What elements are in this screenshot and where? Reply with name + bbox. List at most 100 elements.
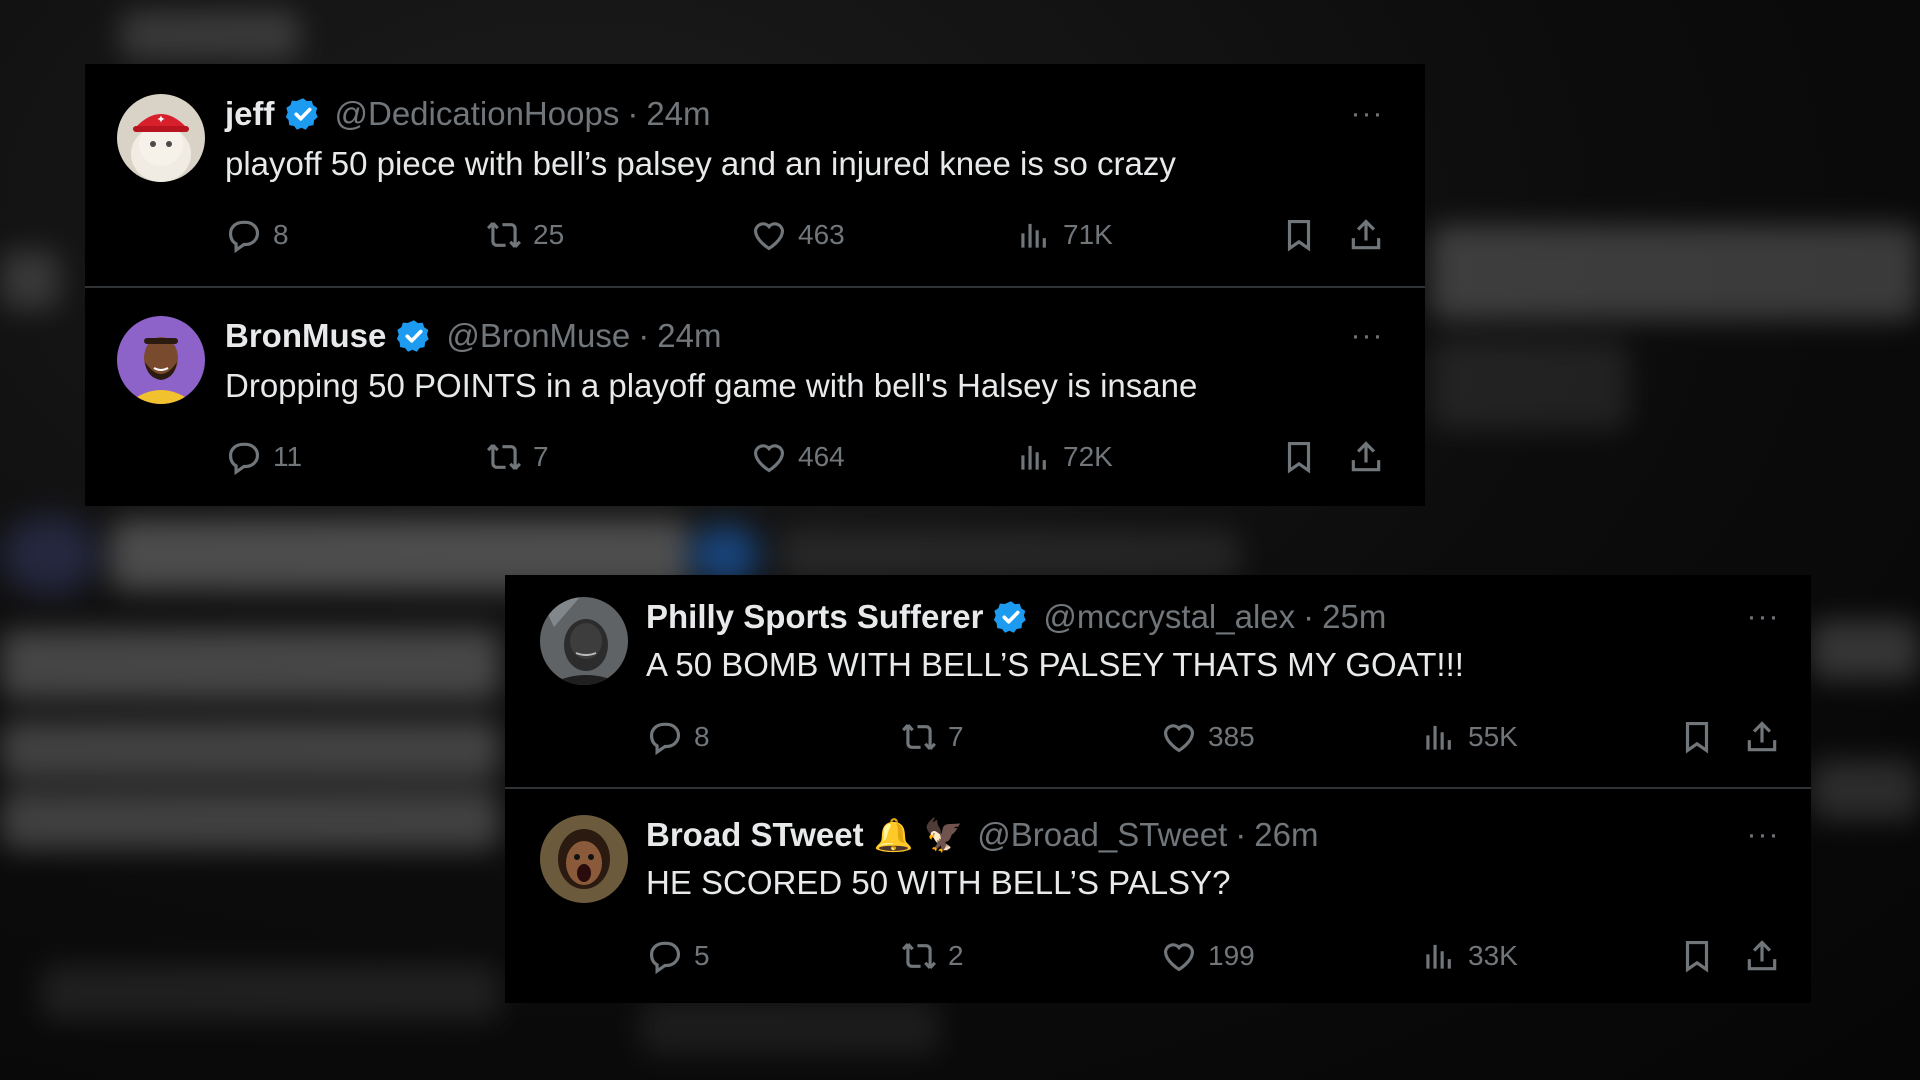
tweet-text: playoff 50 piece with bell’s palsey and … [225,145,1176,182]
views-button[interactable]: 72K [1015,438,1113,476]
heart-icon [1163,724,1195,753]
repost-count: 7 [948,721,964,752]
display-name[interactable]: Broad STweet [646,815,864,855]
bookmark-icon [1287,441,1311,474]
share-button[interactable] [1347,438,1385,476]
grayscale-player-avatar-icon [540,597,628,685]
share-icon [1747,721,1777,752]
timestamp[interactable]: 24m [657,316,721,356]
blurred-text [0,630,500,700]
more-options-icon[interactable]: ··· [1741,820,1785,850]
verified-badge-icon [396,318,432,354]
views-button[interactable]: 71K [1015,216,1113,254]
blurred-text [0,790,500,850]
player-portrait-purple-avatar-icon [117,316,205,404]
repost-button[interactable]: 25 [485,216,564,254]
reply-button[interactable]: 8 [225,216,289,254]
more-options-icon[interactable]: ··· [1345,321,1389,351]
like-button[interactable]: 463 [750,216,845,254]
blurred-text [120,10,300,60]
views-chart-icon [1021,223,1046,248]
reply-button[interactable]: 8 [646,718,710,756]
views-button[interactable]: 33K [1420,937,1518,975]
reply-icon [649,722,681,756]
like-count: 464 [798,441,845,472]
view-count: 33K [1468,940,1518,971]
blurred-text [1430,225,1920,320]
more-options-icon[interactable]: ··· [1741,602,1785,632]
display-name[interactable]: BronMuse [225,316,386,356]
blurred-avatar [0,515,100,595]
bookmark-icon [1685,940,1709,973]
share-button[interactable] [1743,718,1781,756]
heart-icon [1163,943,1195,972]
repost-button[interactable]: 7 [485,438,549,476]
verified-badge-icon [285,96,321,132]
like-button[interactable]: 464 [750,438,845,476]
repost-count: 2 [948,940,964,971]
tweet[interactable]: ✦ jeff @DedicationHoops · 24m ··· playof… [85,64,1425,286]
tweet-text: HE SCORED 50 WITH BELL’S PALSY? [646,864,1231,901]
bookmark-button[interactable] [1678,718,1716,756]
reply-icon [228,442,260,476]
tweet-card-bottom: Philly Sports Sufferer @mccrystal_alex ·… [505,575,1811,1003]
heart-icon [753,444,785,473]
display-name[interactable]: Philly Sports Sufferer [646,597,983,637]
blurred-text [640,1000,940,1055]
share-button[interactable] [1347,216,1385,254]
verified-badge-icon [993,599,1029,635]
separator-dot: · [1235,816,1247,853]
reply-button[interactable]: 5 [646,937,710,975]
bookmark-icon [1287,219,1311,252]
blurred-text [0,720,500,780]
timestamp[interactable]: 24m [646,94,710,134]
reply-count: 8 [273,219,289,250]
repost-icon [902,724,936,750]
repost-button[interactable]: 7 [900,718,964,756]
repost-count: 7 [533,441,549,472]
like-button[interactable]: 385 [1160,718,1255,756]
views-button[interactable]: 55K [1420,718,1518,756]
view-count: 72K [1063,441,1113,472]
like-count: 199 [1208,940,1255,971]
bookmark-button[interactable] [1280,438,1318,476]
handle[interactable]: @DedicationHoops [335,94,620,134]
bookmark-button[interactable] [1678,937,1716,975]
handle[interactable]: @Broad_STweet [977,815,1227,855]
handle[interactable]: @BronMuse [446,316,630,356]
avatar[interactable] [117,316,205,404]
bookmark-icon [1685,721,1709,754]
timestamp[interactable]: 26m [1254,815,1318,855]
eagle-badge-icon: 🦅 [923,817,964,853]
share-icon [1747,940,1777,971]
blurred-text [0,250,60,310]
tweet[interactable]: BronMuse @BronMuse · 24m ··· Dropping 50… [85,286,1425,506]
repost-count: 25 [533,219,565,250]
blurred-text [40,965,500,1020]
blurred-text [1430,340,1630,430]
avatar[interactable] [540,815,628,903]
tweet-card-top: ✦ jeff @DedicationHoops · 24m ··· playof… [85,64,1425,506]
tweet[interactable]: Broad STweet 🔔 🦅 @Broad_STweet · 26m ···… [505,787,1811,1003]
repost-button[interactable]: 2 [900,937,964,975]
views-chart-icon [1426,725,1451,750]
reply-button[interactable]: 11 [225,438,302,476]
handle[interactable]: @mccrystal_alex [1043,597,1295,637]
reply-count: 8 [694,721,710,752]
repost-icon [487,222,521,248]
timestamp[interactable]: 25m [1322,597,1386,637]
like-button[interactable]: 199 [1160,937,1255,975]
blurred-text [1810,760,1920,820]
display-name[interactable]: jeff [225,94,275,134]
view-count: 55K [1468,721,1518,752]
tweet[interactable]: Philly Sports Sufferer @mccrystal_alex ·… [505,575,1811,787]
like-count: 385 [1208,721,1255,752]
more-options-icon[interactable]: ··· [1345,99,1389,129]
bookmark-button[interactable] [1280,216,1318,254]
repost-icon [902,943,936,969]
avatar[interactable]: ✦ [117,94,205,182]
share-icon [1351,219,1381,250]
avatar[interactable] [540,597,628,685]
cat-with-red-hat-avatar-icon: ✦ [117,94,205,182]
share-button[interactable] [1743,937,1781,975]
